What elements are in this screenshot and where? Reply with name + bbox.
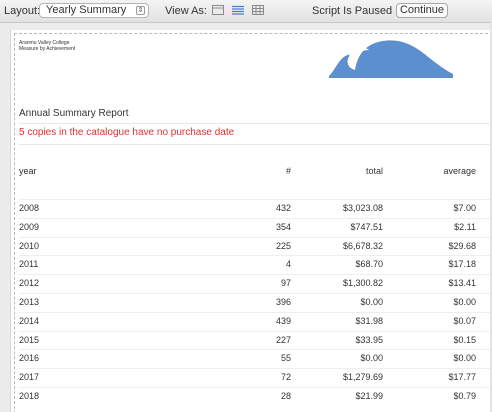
row-divider	[19, 236, 492, 238]
toolbar: Layout: Yearly Summary ⇕ View As: Script…	[0, 0, 492, 23]
cell-year: 2012	[19, 278, 40, 289]
cell-count: 432	[275, 203, 291, 213]
cell-year: 2013	[19, 297, 40, 307]
cell-average: $2.11	[454, 221, 476, 232]
cell-total: $21.99	[355, 391, 383, 401]
list-view-icon[interactable]	[232, 5, 244, 15]
org-tagline: Measure by Achievement	[19, 46, 76, 52]
script-status: Script Is Paused	[312, 5, 393, 17]
cell-count: 28	[280, 391, 291, 401]
cell-count: 354	[275, 221, 291, 232]
cell-count: 396	[275, 297, 291, 307]
wave-logo	[329, 40, 453, 78]
cell-year: 2011	[19, 259, 39, 270]
cell-count: 97	[280, 278, 291, 289]
report-title: Annual Summary Report	[19, 108, 129, 119]
row-divider	[19, 217, 492, 219]
cell-average: $0.15	[453, 334, 476, 345]
col-header-total: total	[365, 166, 383, 176]
cell-count: 227	[275, 334, 291, 345]
row-divider	[19, 349, 492, 351]
row-divider	[19, 199, 492, 200]
col-header-count: #	[285, 166, 291, 176]
row-divider	[19, 274, 492, 276]
cell-year: 2017	[19, 372, 40, 383]
cell-year: 2008	[19, 203, 40, 213]
table-view-icon[interactable]	[252, 5, 264, 15]
layout-select[interactable]: Yearly Summary ⇕	[39, 3, 149, 18]
cell-total: $747.51	[350, 221, 383, 232]
col-header-average: average	[443, 166, 476, 176]
cell-year: 2015	[19, 334, 40, 345]
row-divider	[19, 368, 492, 370]
row-divider	[19, 293, 492, 294]
cell-count: 4	[285, 259, 291, 270]
cell-total: $0.00	[360, 297, 383, 307]
cell-total: $0.00	[360, 353, 383, 364]
cell-count: 439	[275, 315, 291, 326]
cell-year: 2018	[19, 391, 40, 401]
cell-count: 72	[280, 372, 291, 383]
row-divider	[19, 255, 492, 257]
cell-year: 2010	[19, 240, 40, 251]
row-divider	[19, 330, 492, 332]
cell-total: $1,300.82	[342, 278, 383, 289]
cell-year: 2014	[19, 315, 40, 326]
cell-average: $0.79	[453, 391, 476, 401]
cell-total: $31.98	[355, 315, 383, 326]
chevron-updown-icon: ⇕	[136, 6, 145, 15]
cell-average: $17.77	[448, 372, 476, 383]
cell-year: 2016	[19, 353, 40, 364]
cell-average: $13.41	[448, 278, 476, 289]
continue-button[interactable]: Continue	[396, 3, 448, 18]
row-divider	[19, 311, 492, 313]
row-divider	[19, 387, 492, 388]
cell-average: $0.07	[453, 315, 476, 326]
cell-average: $29.68	[448, 240, 476, 251]
cell-count: 55	[280, 353, 291, 364]
report-page: Aranmu Valley College Measure by Achieve…	[10, 30, 492, 412]
cell-average: $0.00	[453, 297, 476, 307]
cell-total: $1,279.69	[342, 372, 383, 383]
layout-select-value: Yearly Summary	[46, 4, 127, 16]
warning-message: 5 copies in the catalogue have no purcha…	[19, 127, 235, 138]
cell-average: $17.18	[448, 259, 476, 270]
cell-count: 225	[275, 240, 291, 251]
form-view-icon[interactable]	[212, 5, 224, 15]
title-divider	[19, 123, 492, 124]
layout-label: Layout:	[4, 5, 41, 17]
warning-divider	[19, 144, 492, 145]
cell-average: $0.00	[453, 353, 476, 364]
view-as-label: View As:	[165, 5, 207, 17]
cell-year: 2009	[19, 221, 40, 232]
cell-average: $7.00	[453, 203, 476, 213]
cell-total: $3,023.08	[342, 203, 383, 213]
cell-total: $6,678.32	[342, 240, 383, 251]
cell-total: $68.70	[355, 259, 383, 270]
cell-total: $33.95	[355, 334, 383, 345]
org-header: Aranmu Valley College Measure by Achieve…	[19, 40, 75, 52]
col-header-year: year	[19, 166, 37, 176]
